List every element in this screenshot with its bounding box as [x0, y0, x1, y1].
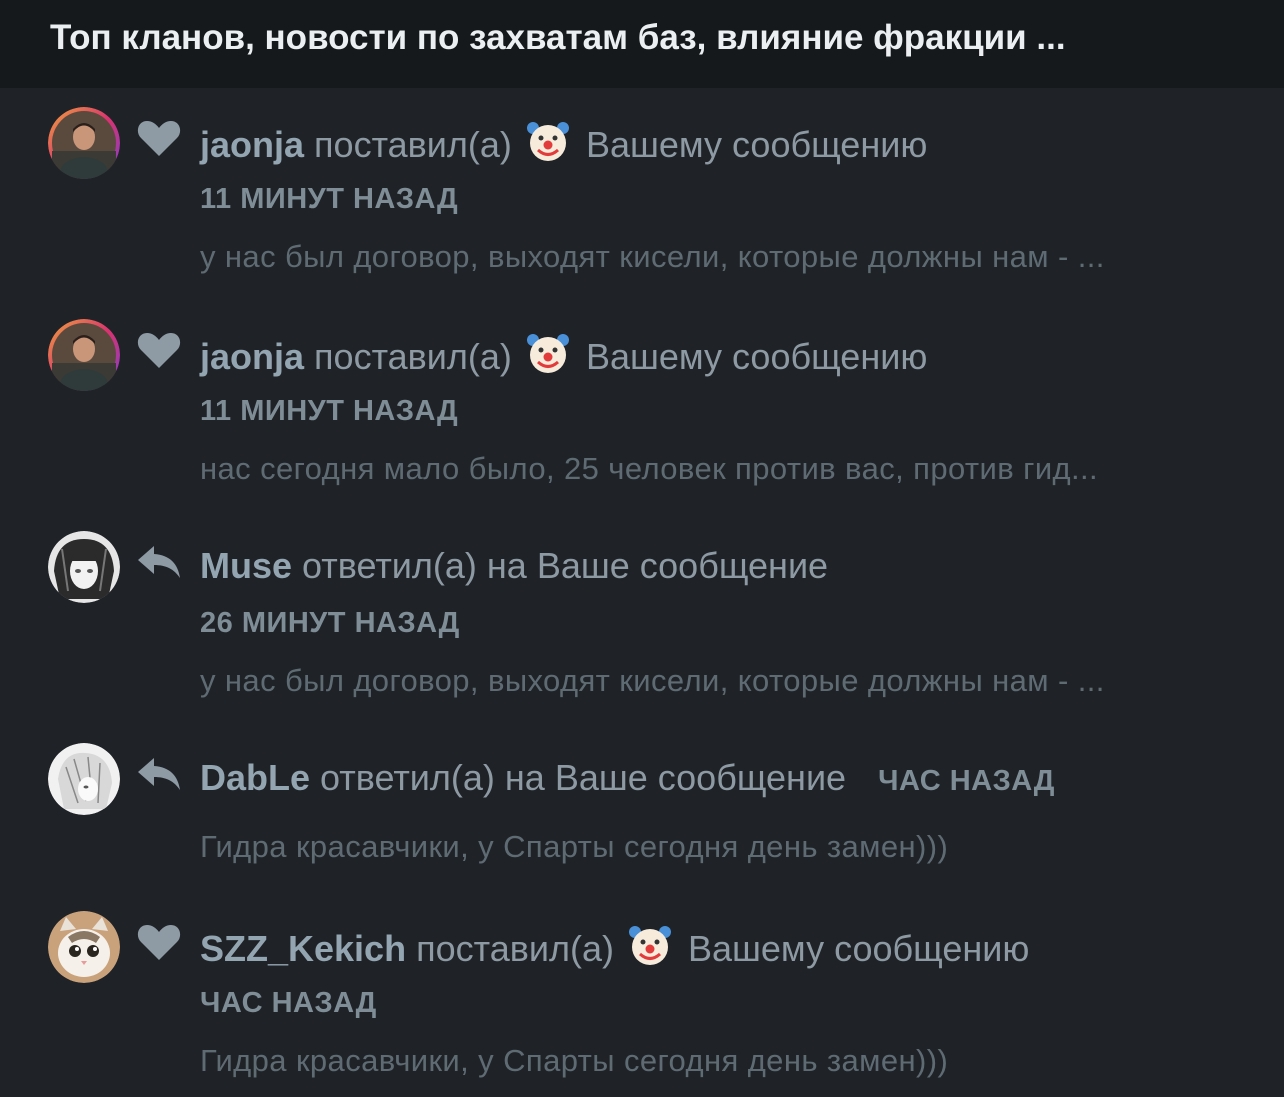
notification-text: jaonja поставил(а) Вашему сообщению [200, 331, 927, 380]
avatar[interactable] [48, 531, 120, 603]
notification-text: DabLe ответил(а) на Ваше сообщение ЧАС Н… [200, 755, 1055, 804]
action-text: поставил(а) [314, 124, 512, 165]
avatar[interactable] [48, 743, 120, 815]
timestamp: 11 МИНУТ НАЗАД [200, 183, 459, 215]
message-snippet[interactable]: у нас был договор, выходят кисели, котор… [200, 236, 1230, 278]
username-link[interactable]: SZZ_Kekich [200, 928, 406, 969]
notification-text: jaonja поставил(а) Вашему сообщению [200, 119, 927, 168]
username-link[interactable]: jaonja [200, 336, 304, 377]
action-text: поставил(а) [314, 336, 512, 377]
reply-icon [136, 754, 182, 794]
avatar[interactable] [48, 107, 120, 179]
notification-text: Muse ответил(а) на Ваше сообщение [200, 543, 828, 589]
timestamp: ЧАС НАЗАД [878, 765, 1055, 797]
notification-item[interactable]: SZZ_Kekich поставил(а) Вашему сообщению … [0, 892, 1284, 1097]
message-snippet[interactable]: у нас был договор, выходят кисели, котор… [200, 660, 1230, 702]
timestamp: 11 МИНУТ НАЗАД [200, 395, 459, 427]
timestamp: 26 МИНУТ НАЗАД [200, 607, 460, 639]
avatar[interactable] [48, 911, 120, 983]
username-link[interactable]: DabLe [200, 757, 310, 798]
thread-title[interactable]: Топ кланов, новости по захватам баз, вли… [50, 14, 1250, 62]
notification-item[interactable]: Muse ответил(а) на Ваше сообщение 26 МИН… [0, 512, 1284, 722]
notifications-list: jaonja поставил(а) Вашему сообщению 11 М… [0, 88, 1284, 1097]
action-text: ответил(а) на Ваше сообщение [320, 757, 847, 798]
username-link[interactable]: Muse [200, 545, 292, 586]
message-snippet[interactable]: Гидра красавчики, у Спарты сегодня день … [200, 1040, 1230, 1082]
notification-item[interactable]: DabLe ответил(а) на Ваше сообщение ЧАС Н… [0, 724, 1284, 890]
action-text: поставил(а) [416, 928, 614, 969]
clown-emoji [628, 923, 672, 967]
action-text: Вашему сообщению [585, 124, 928, 165]
action-text: Вашему сообщению [585, 336, 928, 377]
timestamp: ЧАС НАЗАД [200, 987, 377, 1019]
message-snippet[interactable]: Гидра красавчики, у Спарты сегодня день … [200, 826, 1230, 868]
reply-icon [136, 542, 182, 582]
action-text: Вашему сообщению [687, 928, 1030, 969]
message-snippet[interactable]: нас сегодня мало было, 25 человек против… [200, 448, 1230, 490]
username-link[interactable]: jaonja [200, 124, 304, 165]
thread-header: Топ кланов, новости по захватам баз, вли… [0, 0, 1284, 88]
notification-item[interactable]: jaonja поставил(а) Вашему сообщению 11 М… [0, 88, 1284, 298]
notification-item[interactable]: jaonja поставил(а) Вашему сообщению 11 М… [0, 300, 1284, 510]
heart-icon [136, 922, 182, 962]
heart-icon [136, 330, 182, 370]
clown-emoji [526, 119, 570, 163]
notification-text: SZZ_Kekich поставил(а) Вашему сообщению [200, 923, 1029, 972]
clown-emoji [526, 331, 570, 375]
action-text: ответил(а) на Ваше сообщение [302, 545, 829, 586]
avatar[interactable] [48, 319, 120, 391]
heart-icon [136, 118, 182, 158]
